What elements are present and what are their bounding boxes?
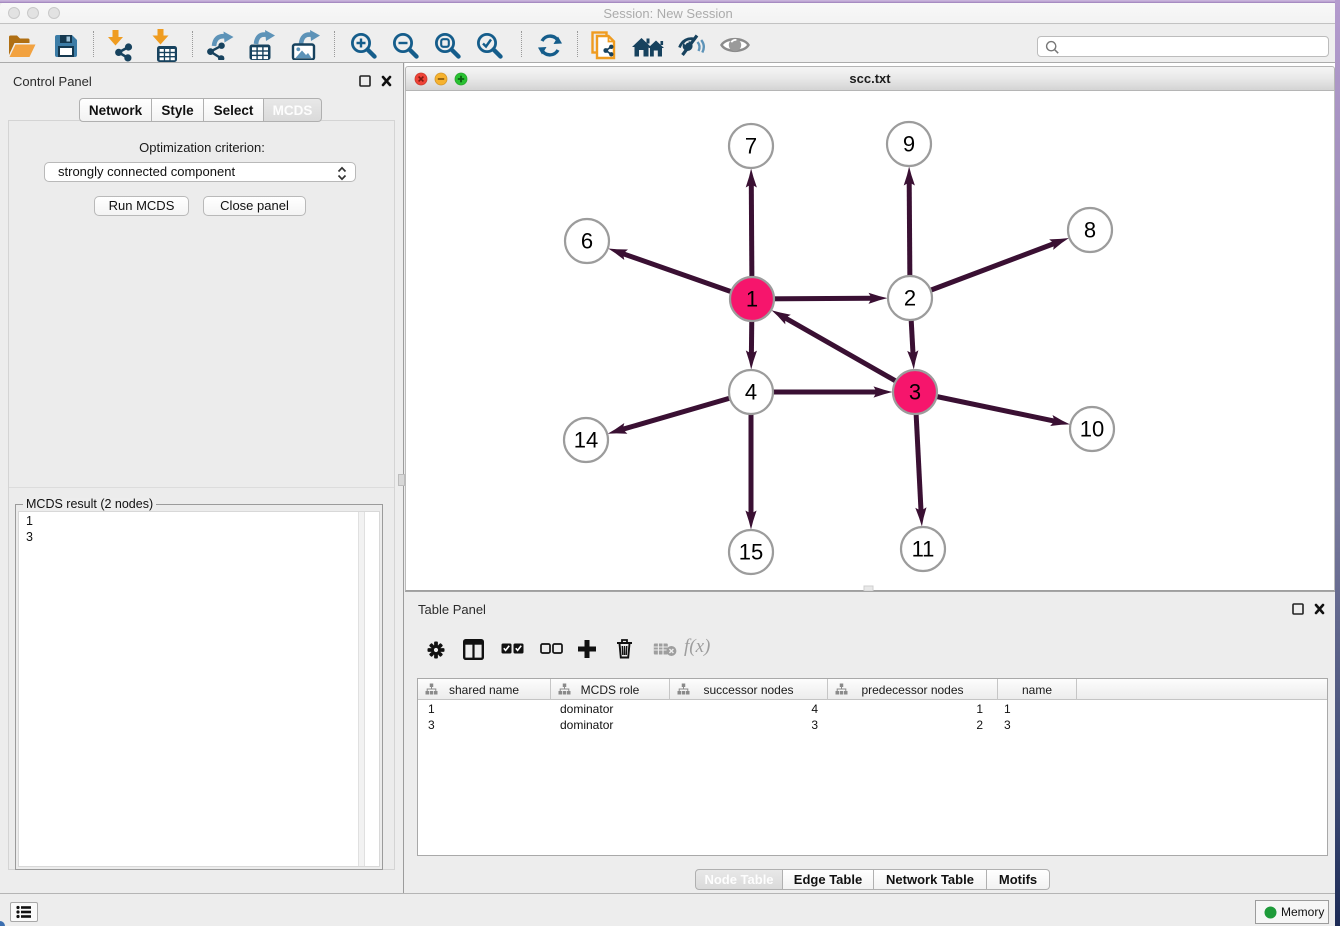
svg-text:9: 9 bbox=[903, 132, 915, 157]
svg-text:4: 4 bbox=[745, 380, 757, 405]
svg-text:15: 15 bbox=[739, 540, 763, 565]
svg-text:6: 6 bbox=[581, 229, 593, 254]
svg-text:10: 10 bbox=[1080, 417, 1104, 442]
svg-text:3: 3 bbox=[909, 380, 921, 405]
svg-text:11: 11 bbox=[912, 537, 935, 562]
svg-text:14: 14 bbox=[574, 428, 598, 453]
svg-text:2: 2 bbox=[904, 286, 916, 311]
svg-text:8: 8 bbox=[1084, 218, 1096, 243]
svg-text:1: 1 bbox=[746, 287, 758, 312]
svg-text:7: 7 bbox=[745, 134, 757, 159]
